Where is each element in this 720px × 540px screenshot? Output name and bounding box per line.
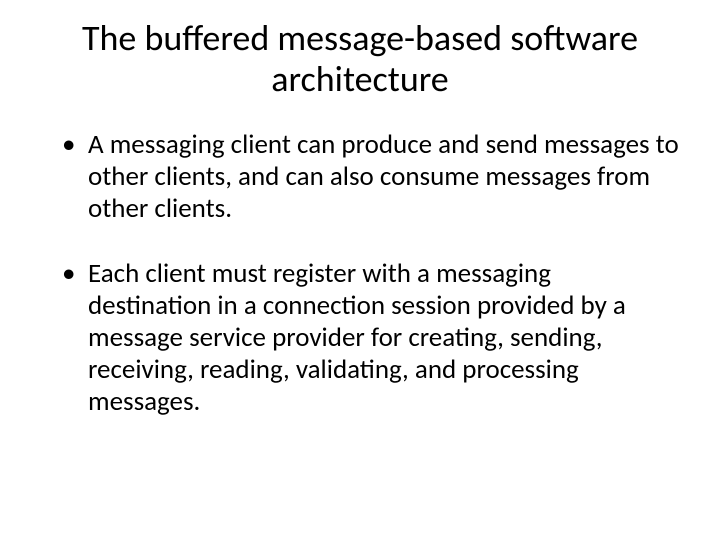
bullet-list: A messaging client can produce and send …	[40, 129, 680, 418]
bullet-item: Each client must register with a messagi…	[62, 258, 680, 417]
slide-title: The buffered message-based software arch…	[40, 18, 680, 101]
bullet-item: A messaging client can produce and send …	[62, 129, 680, 225]
